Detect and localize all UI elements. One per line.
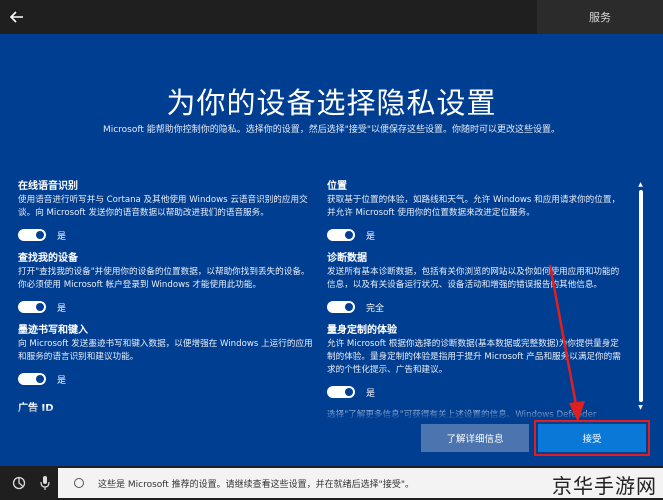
setting-description: 向 Microsoft 发送墨迹书写和键入数据，以便增强在 Windows 上运… [18, 339, 313, 362]
toggle-knob [36, 303, 44, 311]
back-button[interactable] [6, 6, 28, 28]
setting-title: 墨迹书写和键入 [18, 325, 88, 336]
narrator-text: 这些是 Microsoft 推荐的设置。请继续查看这些设置，并在就绪后选择"接受… [98, 479, 414, 490]
toggle-label: 是 [366, 231, 376, 242]
page-subtitle: Microsoft 能帮助你控制你的隐私。选择你的设置，然后选择"接受"以便保存… [102, 125, 561, 135]
toggle-row: 是 [18, 224, 316, 246]
toggle-knob [345, 231, 353, 239]
inking-typing-toggle[interactable] [18, 373, 46, 385]
setting-title: 查找我的设备 [18, 253, 78, 264]
setting-online-speech: 在线语音识别 使用语音进行听写并与 Cortana 及其他使用 Windows … [18, 180, 316, 246]
setting-find-my-device: 查找我的设备 打开"查找我的设备"并使用你的设备的位置数据，以帮助你找到丢失的设… [18, 252, 316, 318]
microphone-icon [40, 476, 50, 490]
toggle-row: 是 [18, 368, 316, 390]
setting-inking-typing: 墨迹书写和键入 向 Microsoft 发送墨迹书写和键入数据，以便增强在 Wi… [18, 324, 316, 390]
annotation-arrow [548, 264, 585, 422]
scroll-thumb[interactable] [638, 190, 643, 402]
toggle-row: 是 [327, 224, 625, 246]
settings-left-column: 在线语音识别 使用语音进行听写并与 Cortana 及其他使用 Windows … [18, 180, 316, 416]
bottom-bar: 这些是 Microsoft 推荐的设置。请继续查看这些设置，并在就绪后选择"接受… [0, 466, 663, 500]
toggle-label: 是 [57, 303, 67, 314]
page-title: 为你的设备选择隐私设置 [166, 86, 497, 120]
setting-title: 在线语音识别 [18, 181, 78, 192]
accessibility-button[interactable] [8, 466, 30, 500]
top-bar: 服务 [0, 0, 663, 34]
diagnostics-toggle[interactable] [327, 301, 355, 313]
setting-title: 位置 [327, 181, 347, 192]
setting-location: 位置 获取基于位置的体验，如路线和天气。允许 Windows 和应用请求你的位置… [327, 180, 625, 246]
narrator-bar: 这些是 Microsoft 推荐的设置。请继续查看这些设置，并在就绪后选择"接受… [58, 468, 663, 498]
toggle-row: 是 [18, 296, 316, 318]
toggle-knob [345, 303, 353, 311]
toggle-knob [345, 388, 353, 396]
watermark: 京华手游网 [552, 474, 657, 498]
setting-description: 打开"查找我的设备"并使用你的设备的位置数据，以帮助你找到丢失的设备。你必须使用… [18, 267, 310, 290]
setting-description: 获取基于位置的体验，如路线和天气。允许 Windows 和应用请求你的位置，并允… [327, 195, 621, 218]
toggle-label: 是 [366, 388, 376, 399]
toggle-knob [36, 375, 44, 383]
back-arrow-icon [10, 11, 23, 23]
scroll-up-arrow-icon[interactable]: ▲ [636, 180, 645, 189]
setting-description: 使用语音进行听写并与 Cortana 及其他使用 Windows 云语音识别的应… [18, 195, 308, 218]
top-right-label: 服务 [537, 0, 663, 34]
accept-button[interactable]: 接受 [534, 420, 650, 456]
toggle-knob [36, 231, 44, 239]
location-toggle[interactable] [327, 229, 355, 241]
toggle-label: 完全 [366, 303, 385, 314]
online-speech-toggle[interactable] [18, 229, 46, 241]
tailored-experiences-toggle[interactable] [327, 386, 355, 398]
microphone-button[interactable] [34, 466, 56, 500]
toggle-label: 是 [57, 375, 67, 386]
find-my-device-toggle[interactable] [18, 301, 46, 313]
accessibility-icon [12, 476, 26, 490]
toggle-label: 是 [57, 231, 67, 242]
narrator-circle-icon [74, 478, 84, 488]
learn-more-button[interactable]: 了解详细信息 [421, 424, 529, 452]
settings-scrollbar[interactable]: ▲ ▼ [636, 180, 645, 414]
